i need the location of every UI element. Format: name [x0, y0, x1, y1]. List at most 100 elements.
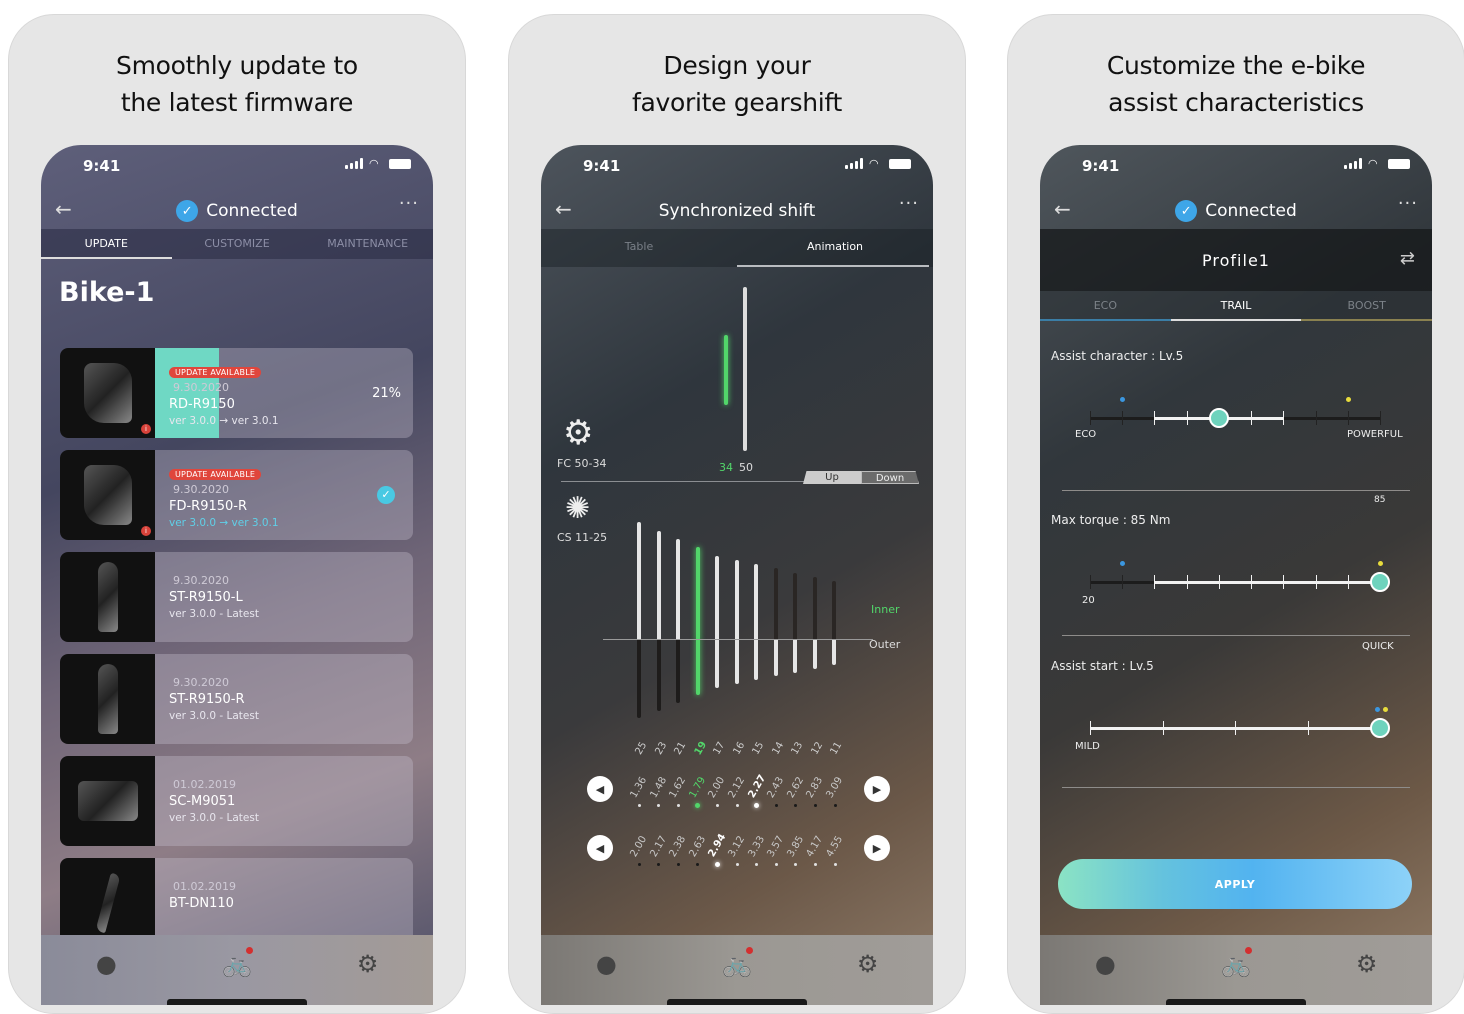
gear-ratio-dot[interactable]	[774, 803, 778, 807]
divider	[1062, 635, 1410, 636]
notification-dot	[245, 947, 253, 954]
settings-gear-icon[interactable]: ⚙	[848, 949, 888, 979]
gear-ratio-dot[interactable]	[754, 802, 760, 808]
component-date: 9.30.2020	[173, 574, 229, 587]
tips-bulb-icon[interactable]: ●	[1085, 949, 1125, 979]
component-card[interactable]: 9.30.2020 ST-R9150-L ver 3.0.0 - Latest	[60, 552, 413, 642]
gear-ratio-dot[interactable]	[774, 862, 778, 866]
slider-label-mild: MILD	[1075, 741, 1100, 752]
bike-icon[interactable]: 🚲	[717, 947, 757, 979]
crankset-icon: ⚙	[563, 413, 594, 453]
sprocket-label: 13	[789, 740, 806, 757]
tab-update[interactable]: UPDATE	[41, 229, 172, 259]
toggle-up[interactable]: Up	[803, 471, 861, 484]
slider-tick	[1154, 411, 1156, 425]
slider-tick	[1186, 411, 1188, 425]
tab-eco[interactable]: ECO	[1040, 291, 1171, 321]
component-card[interactable]: i UPDATE AVAILABLE 9.30.2020 FD-R9150-R …	[60, 450, 413, 540]
cassette-label: CS 11-25	[557, 531, 608, 544]
component-date: 9.30.2020	[173, 676, 229, 689]
sprocket-label: 14	[769, 740, 786, 757]
component-card[interactable]: i UPDATE AVAILABLE 9.30.2020 RD-R9150 ve…	[60, 348, 413, 438]
component-date: 01.02.2019	[173, 880, 236, 893]
gear-ratio-dot[interactable]	[813, 803, 817, 807]
sprocket-label: 21	[672, 740, 689, 757]
gear-ratio-dot[interactable]	[714, 861, 720, 867]
gear-ratio-label: 2.83	[804, 775, 826, 800]
gear-ratio-dot[interactable]	[695, 802, 701, 808]
apply-button[interactable]: APPLY	[1058, 859, 1412, 909]
more-options-icon[interactable]: ···	[1398, 193, 1418, 214]
tab-customize[interactable]: CUSTOMIZE	[172, 229, 303, 259]
progress-percent: 21%	[372, 386, 401, 401]
tips-bulb-icon[interactable]: ●	[586, 949, 626, 979]
component-card[interactable]: 9.30.2020 ST-R9150-R ver 3.0.0 - Latest	[60, 654, 413, 744]
back-arrow-icon[interactable]: ←	[1054, 197, 1071, 221]
gear-ratio-dot[interactable]	[833, 803, 837, 807]
slider-knob[interactable]	[1208, 408, 1229, 428]
tab-trail[interactable]: TRAIL	[1170, 291, 1302, 321]
torque-value-label: 85	[1374, 495, 1386, 505]
back-arrow-icon[interactable]: ←	[55, 197, 72, 221]
outer-next-button[interactable]: ▶	[864, 835, 890, 861]
battery-icon	[889, 158, 911, 169]
sprocket-outer-bar	[754, 639, 758, 681]
gear-ratio-dot[interactable]	[794, 862, 798, 866]
gear-ratio-dot[interactable]	[696, 862, 700, 866]
slider-label-quick: QUICK	[1362, 641, 1394, 652]
gear-ratio-dot[interactable]	[676, 803, 680, 807]
gear-ratio-dot[interactable]	[833, 862, 837, 866]
tab-table[interactable]: Table	[541, 229, 737, 267]
info-icon[interactable]: i	[141, 526, 151, 536]
more-options-icon[interactable]: ···	[399, 193, 419, 214]
bike-icon[interactable]: 🚲	[1216, 947, 1256, 979]
panel-firmware-update: Smoothly update to the latest firmware 9…	[8, 14, 466, 1014]
tab-animation[interactable]: Animation	[737, 229, 933, 267]
tab-maintenance[interactable]: MAINTENANCE	[302, 229, 433, 259]
gear-ratio-dot[interactable]	[755, 862, 759, 866]
slider-knob[interactable]	[1370, 572, 1390, 592]
component-card[interactable]: 01.02.2019 SC-M9051 ver 3.0.0 - Latest	[60, 756, 413, 846]
gear-ratio-label: 1.48	[648, 775, 669, 800]
gear-ratio-dot[interactable]	[637, 862, 641, 866]
gear-ratio-dot[interactable]	[735, 862, 739, 866]
assist-character-label: Assist character : Lv.5	[1051, 349, 1184, 363]
settings-gear-icon[interactable]: ⚙	[348, 949, 388, 979]
gear-ratio-dot[interactable]	[657, 862, 661, 866]
sprocket-outer-bar	[793, 639, 797, 673]
info-icon[interactable]: i	[141, 424, 151, 434]
gear-ratio-dot[interactable]	[715, 803, 719, 807]
headline: Customize the e-bike assist characterist…	[1008, 47, 1464, 121]
inner-next-button[interactable]: ▶	[864, 776, 890, 802]
toggle-down[interactable]: Down	[861, 471, 919, 484]
gear-ratio-label: 2.00	[628, 834, 650, 859]
gear-ratio-dot[interactable]	[676, 862, 680, 866]
tab-boost[interactable]: BOOST	[1301, 291, 1432, 321]
tips-bulb-icon[interactable]: ●	[86, 949, 126, 979]
slider-tick	[1347, 411, 1349, 425]
outer-prev-button[interactable]: ◀	[587, 835, 613, 861]
gear-ratio-label: 2.63	[687, 834, 708, 859]
slider-knob[interactable]	[1370, 718, 1390, 738]
inner-prev-button[interactable]: ◀	[587, 776, 613, 802]
switch-profile-icon[interactable]: ⇄	[1400, 248, 1416, 269]
component-name: FD-R9150-R	[169, 499, 248, 514]
bike-icon[interactable]: 🚲	[217, 947, 257, 979]
gear-ratio-dot[interactable]	[735, 803, 739, 807]
gear-ratio-dot[interactable]	[657, 803, 661, 807]
legend-inner: Inner	[871, 603, 900, 616]
sprocket-inner-bar	[754, 564, 758, 639]
gear-ratio-dot[interactable]	[637, 803, 641, 807]
gear-ratio-label: 2.38	[667, 834, 689, 859]
back-arrow-icon[interactable]: ←	[555, 197, 572, 221]
gear-ratio-dot[interactable]	[813, 862, 817, 866]
slider-tick	[1122, 411, 1124, 425]
gear-ratio-dot[interactable]	[794, 803, 798, 807]
settings-gear-icon[interactable]: ⚙	[1347, 949, 1387, 979]
shift-direction-toggle: Up Down	[803, 471, 919, 484]
more-options-icon[interactable]: ···	[899, 193, 919, 214]
sprocket-outer-bar	[637, 639, 641, 719]
slider-tick	[1283, 411, 1285, 425]
slider-label-eco: ECO	[1075, 429, 1097, 440]
nav-bar: ← ✓ Connected ···	[1040, 193, 1432, 229]
